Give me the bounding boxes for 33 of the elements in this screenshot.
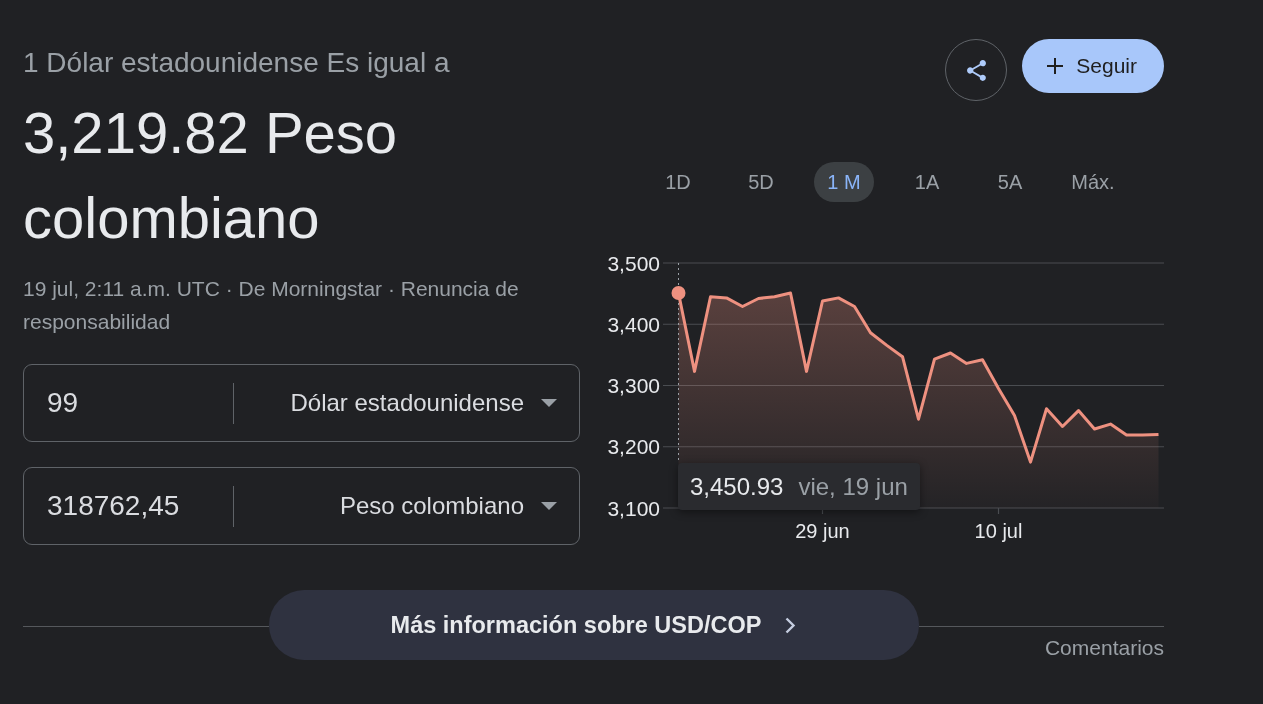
axis-label: 29 jun xyxy=(795,520,850,542)
amount-input[interactable]: 318762,45 xyxy=(24,468,233,544)
caret-icon xyxy=(541,502,557,510)
conversion-result: 3,219.82 Peso colombiano xyxy=(23,99,399,252)
range-tab[interactable]: 1A xyxy=(897,162,957,202)
axis-label: 3,400 xyxy=(607,312,660,336)
feedback-link[interactable]: Comentarios xyxy=(1044,636,1164,660)
source-note: 19 jul, 2:11 a.m. UTC · De Morningstar · Renuncia de responsabilidad xyxy=(23,276,520,335)
tooltip-date: vie, 19 jun xyxy=(798,472,908,501)
axis-label: 3,500 xyxy=(607,251,660,275)
converter-field[interactable]: 318762,45 Peso colombiano xyxy=(23,467,580,545)
axis-label: 3,100 xyxy=(607,496,660,520)
range-tab[interactable]: 5D xyxy=(731,162,791,202)
range-tab[interactable]: 1 M xyxy=(814,162,874,202)
tooltip-value: 3,450.93 xyxy=(690,472,784,501)
axis-label: 3,200 xyxy=(607,435,660,459)
currency-select[interactable]: Dólar estadounidense xyxy=(234,365,579,441)
point-marker-icon xyxy=(671,286,686,300)
range-tab[interactable]: Máx. xyxy=(1063,162,1123,202)
more-info-button[interactable]: Más información sobre USD/COP xyxy=(268,590,919,660)
axis-label: 3,300 xyxy=(607,374,660,397)
equals-label: 1 Dólar estadounidense Es igual a xyxy=(23,47,451,79)
plus-icon xyxy=(1047,58,1064,74)
range-tab[interactable]: 1D xyxy=(648,162,708,202)
follow-button[interactable]: Seguir xyxy=(1022,39,1164,93)
axis-label: 10 jul xyxy=(974,520,1023,542)
amount-input[interactable]: 99 xyxy=(24,365,233,441)
chevron-icon xyxy=(785,616,797,634)
converter-field[interactable]: 99 Dólar estadounidense xyxy=(23,364,580,442)
currency-select[interactable]: Peso colombiano xyxy=(234,468,579,544)
range-tab[interactable]: 5A xyxy=(980,162,1040,202)
share-icon xyxy=(966,59,986,81)
caret-icon xyxy=(541,399,557,407)
